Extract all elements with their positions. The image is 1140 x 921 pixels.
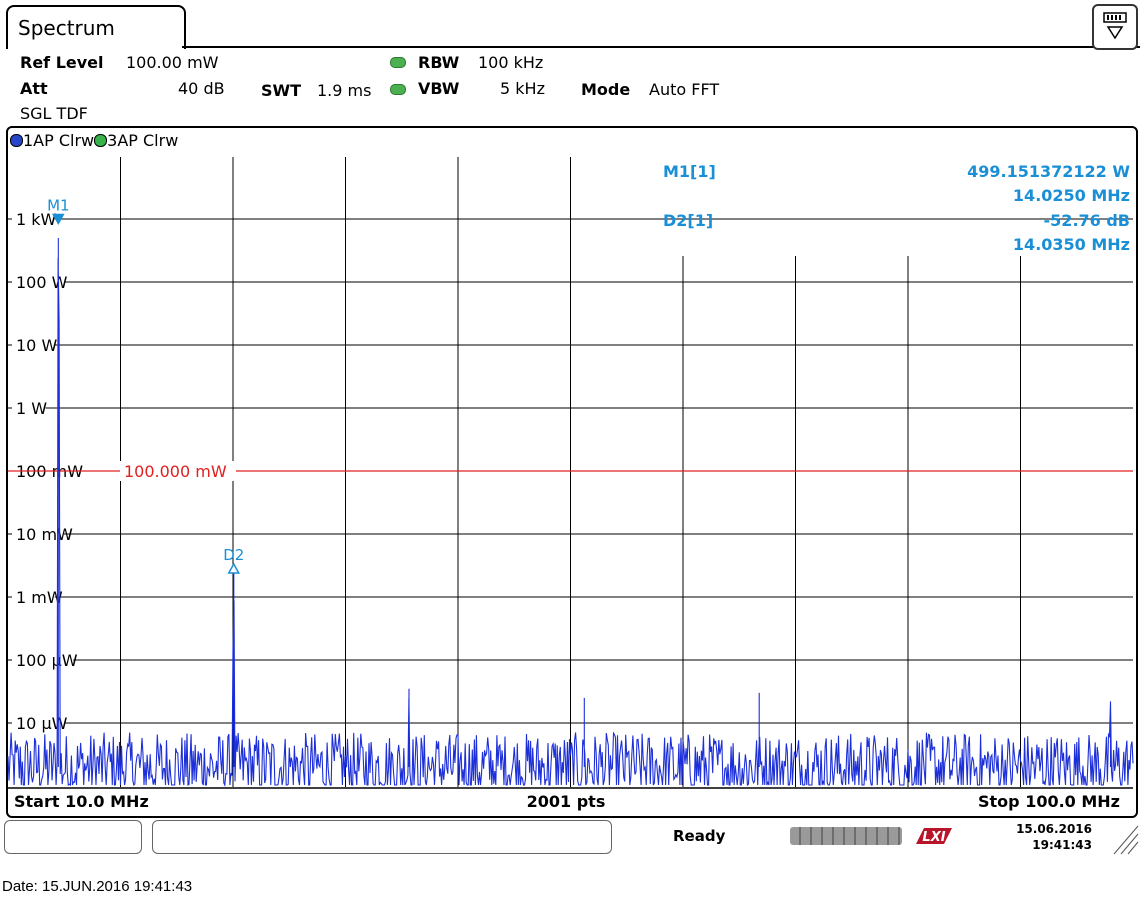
- y-tick-label: 10 mW: [16, 525, 73, 544]
- marker-d2-label: D2: [223, 546, 244, 564]
- lxi-logo: LXI: [914, 826, 954, 846]
- d2-level: -52.76 dB: [1044, 211, 1130, 230]
- d2-label: D2[1]: [663, 211, 713, 230]
- y-tick-label: 100 W: [16, 273, 68, 292]
- plot-markers: M1 D2: [47, 196, 244, 574]
- marker-info-table: M1[1] 499.151372122 W 14.0250 MHz D2[1] …: [663, 162, 1130, 254]
- spectrum-chart[interactable]: 1 kW100 W10 W1 W100 mW10 mW1 mW100 µW10 …: [0, 0, 1140, 921]
- progress-bar: [790, 827, 902, 845]
- y-tick-label: 1 mW: [16, 588, 63, 607]
- status-date: 15.06.2016: [1016, 822, 1092, 836]
- start-frequency-label: Start 10.0 MHz: [14, 792, 149, 811]
- y-tick-label: 1 W: [16, 399, 47, 418]
- status-time: 19:41:43: [1032, 838, 1092, 852]
- m1-frequency: 14.0250 MHz: [1013, 186, 1130, 205]
- marker-m1-label: M1: [47, 196, 70, 214]
- y-tick-label: 100 µW: [16, 651, 78, 670]
- capture-date: Date: 15.JUN.2016 19:41:43: [2, 878, 193, 895]
- status-field-1[interactable]: [4, 820, 142, 854]
- resize-grip-icon[interactable]: [1110, 818, 1140, 858]
- points-label: 2001 pts: [527, 792, 606, 811]
- marker-d2-icon: [227, 562, 241, 574]
- y-tick-label: 10 W: [16, 336, 57, 355]
- stop-frequency-label: Stop 100.0 MHz: [978, 792, 1120, 811]
- threshold-label: 100.000 mW: [124, 462, 227, 481]
- m1-level: 499.151372122 W: [967, 162, 1130, 181]
- svg-text:LXI: LXI: [922, 830, 945, 845]
- ready-status: Ready: [673, 827, 726, 845]
- status-field-2[interactable]: [152, 820, 612, 854]
- m1-label: M1[1]: [663, 162, 716, 181]
- d2-frequency: 14.0350 MHz: [1013, 235, 1130, 254]
